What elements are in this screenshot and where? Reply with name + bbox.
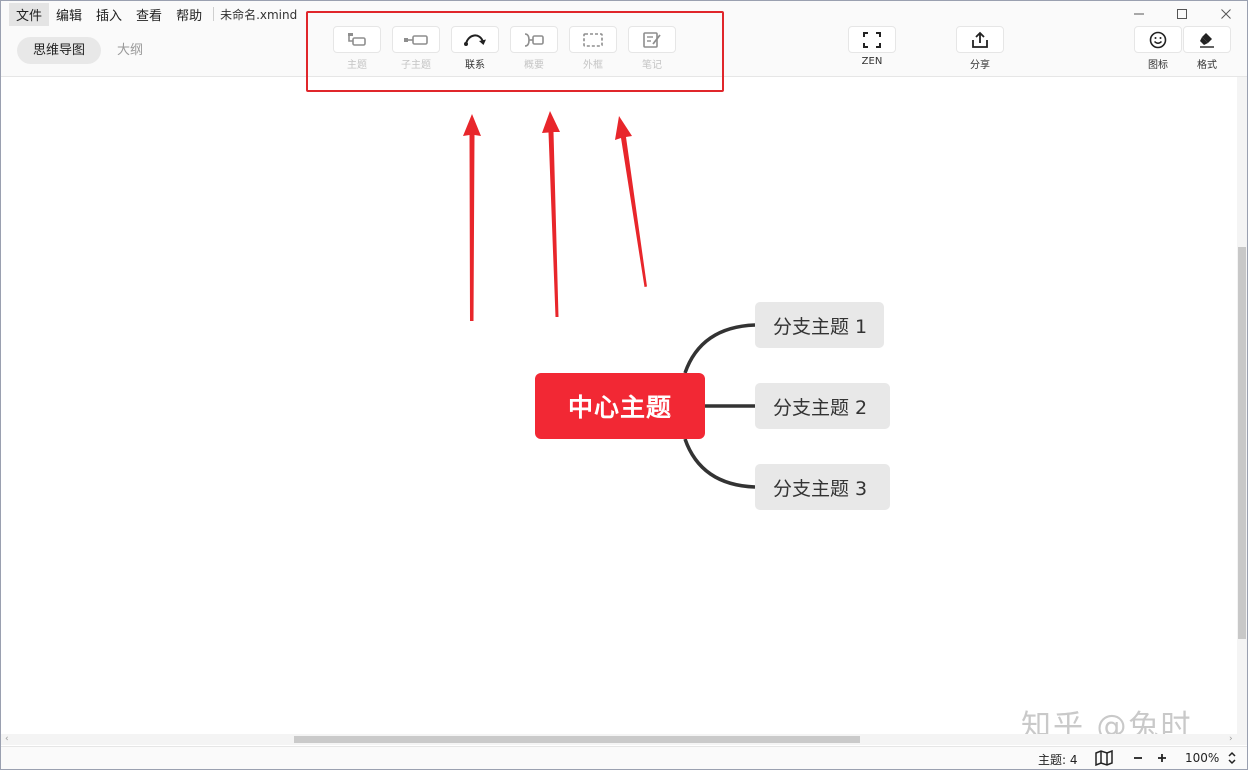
branch-topic-2[interactable]: 分支主题 2 — [755, 383, 890, 429]
annotation-arrow-2 — [542, 111, 560, 317]
zoom-level[interactable]: 100% — [1185, 751, 1219, 765]
scroll-right-icon[interactable]: › — [1229, 734, 1233, 744]
scroll-left-icon[interactable]: ‹ — [5, 734, 9, 744]
chevron-updown-icon — [1228, 751, 1236, 765]
horizontal-scrollbar[interactable]: ‹ › — [1, 734, 1239, 745]
branch-connector-3 — [683, 438, 756, 489]
zoom-stepper[interactable] — [1227, 750, 1237, 769]
horizontal-scroll-thumb[interactable] — [294, 736, 860, 743]
branch-topic-3[interactable]: 分支主题 3 — [755, 464, 890, 510]
zoom-out-button[interactable] — [1132, 751, 1144, 768]
zoom-in-button[interactable] — [1156, 751, 1168, 768]
app-window: 文件 编辑 插入 查看 帮助 未命名.xmind 思维导图 大纲 主题 子主题 … — [0, 0, 1248, 770]
map-icon — [1095, 749, 1113, 767]
plus-icon — [1158, 754, 1166, 762]
status-bar: 主题: 4 100% — [1, 746, 1247, 769]
annotation-arrow-3 — [615, 116, 647, 287]
branch-topic-1[interactable]: 分支主题 1 — [755, 302, 884, 348]
branch-connector-1 — [683, 323, 756, 374]
vertical-scroll-thumb[interactable] — [1238, 247, 1246, 639]
map-view-button[interactable] — [1095, 749, 1113, 769]
annotation-arrow-1 — [463, 114, 481, 321]
central-topic[interactable]: 中心主题 — [535, 373, 705, 439]
vertical-scrollbar[interactable] — [1237, 77, 1247, 745]
topic-count: 主题: 4 — [1038, 753, 1078, 767]
minus-icon — [1134, 757, 1142, 759]
